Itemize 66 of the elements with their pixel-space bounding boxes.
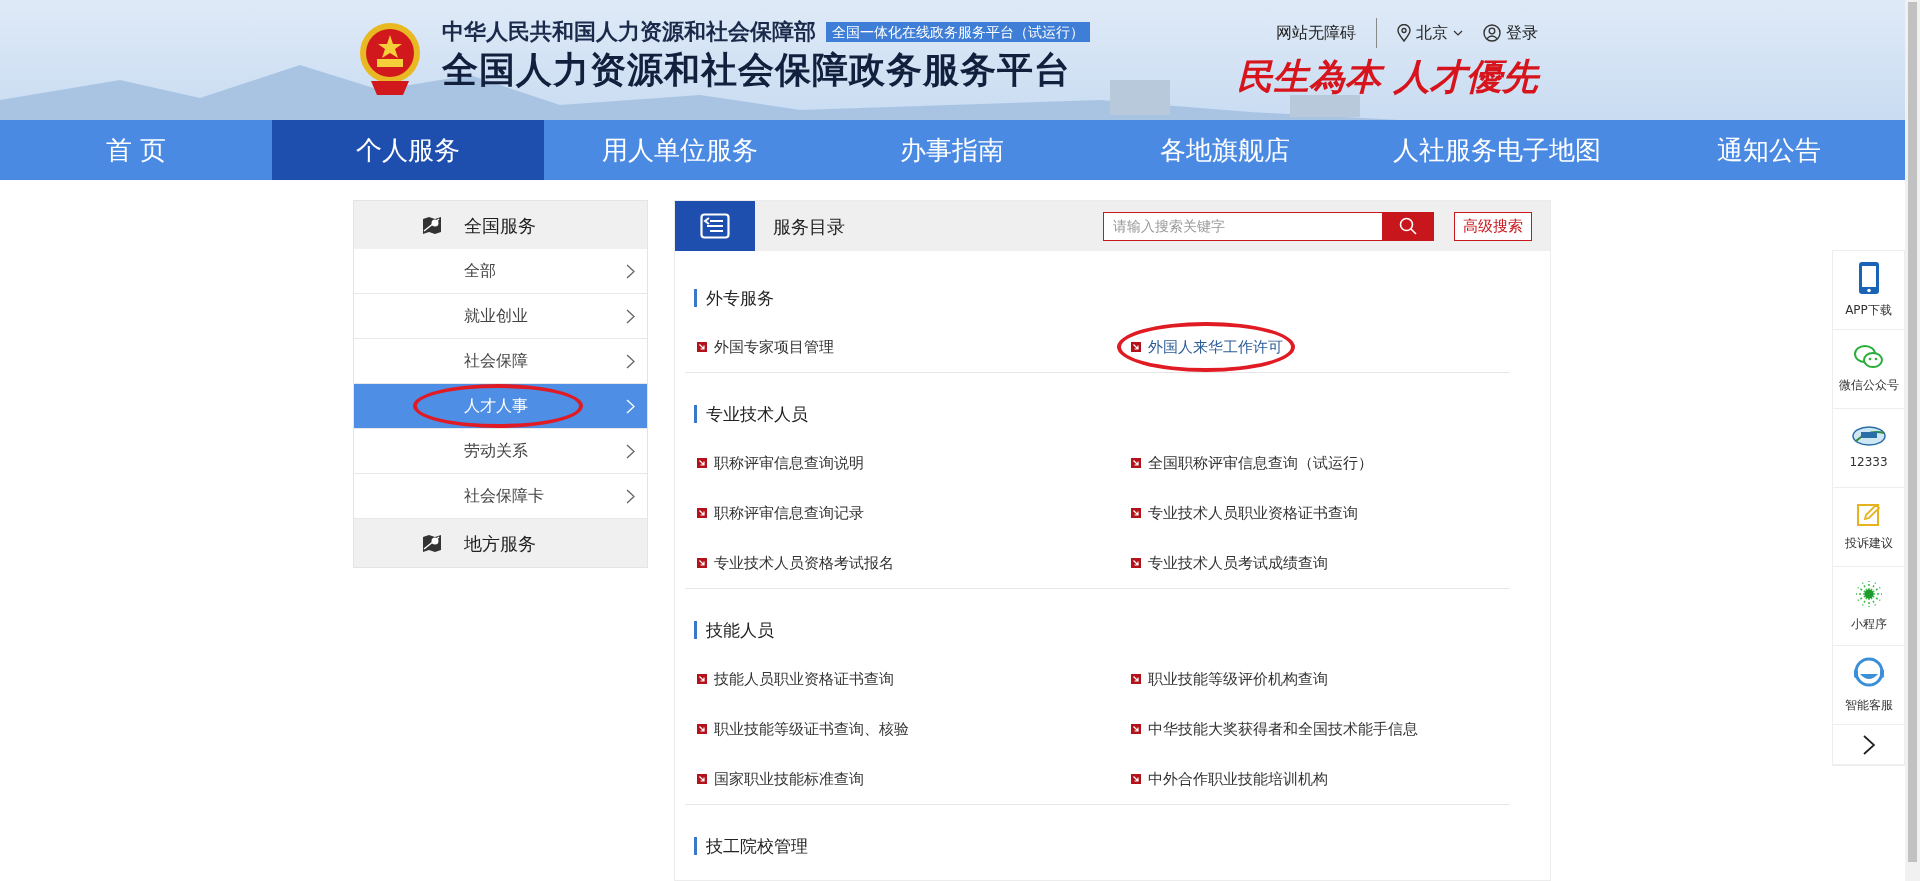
service-link[interactable]: 国家职业技能标准查询 xyxy=(697,767,864,791)
platform-title: 全国人力资源和社会保障政务服务平台 xyxy=(442,48,1072,92)
arrow-bullet-icon xyxy=(697,674,707,684)
section-title: 专业技术人员 xyxy=(694,405,808,423)
chevron-right-icon xyxy=(626,488,635,504)
scrollbar-thumb[interactable] xyxy=(1908,2,1917,862)
chevron-right-icon xyxy=(626,263,635,279)
catalog-title: 服务目录 xyxy=(773,214,845,239)
section-title: 外专服务 xyxy=(694,289,774,307)
service-link[interactable]: 全国职称评审信息查询（试运行） xyxy=(1131,451,1373,475)
search-button[interactable] xyxy=(1382,212,1433,240)
arrow-bullet-icon xyxy=(1131,508,1141,518)
service-link[interactable]: 职业技能等级评价机构查询 xyxy=(1131,667,1328,691)
map-pin-icon xyxy=(422,533,442,553)
burst-icon xyxy=(1853,579,1884,609)
search-field[interactable]: 请输入搜索关键字 xyxy=(1103,211,1434,241)
chevron-right-icon xyxy=(1862,734,1875,755)
arrow-bullet-icon xyxy=(697,774,707,784)
section-title: 技工院校管理 xyxy=(694,837,808,855)
sidebar-group-header[interactable]: 地方服务 xyxy=(354,519,647,567)
service-link[interactable]: 专业技术人员资格考试报名 xyxy=(697,551,894,575)
chevron-right-icon xyxy=(626,308,635,324)
chevron-right-icon xyxy=(626,443,635,459)
service-link[interactable]: 专业技术人员考试成绩查询 xyxy=(1131,551,1328,575)
map-pin-icon xyxy=(422,215,442,235)
arrow-bullet-icon xyxy=(697,342,707,352)
service-link[interactable]: 外国人来华工作许可 xyxy=(1131,335,1283,359)
service-link[interactable]: 职称评审信息查询说明 xyxy=(697,451,864,475)
chevron-right-icon xyxy=(626,353,635,369)
arrow-bullet-icon xyxy=(697,724,707,734)
arrow-bullet-icon xyxy=(1131,774,1141,784)
service-link[interactable]: 中华技能大奖获得者和全国技术能手信息 xyxy=(1131,717,1418,741)
service-link[interactable]: 职称评审信息查询记录 xyxy=(697,501,864,525)
service-link[interactable]: 职业技能等级证书查询、核验 xyxy=(697,717,909,741)
user-icon xyxy=(1483,24,1501,42)
list-document-icon xyxy=(700,213,730,239)
service-link[interactable]: 专业技术人员职业资格证书查询 xyxy=(1131,501,1358,525)
arrow-bullet-icon xyxy=(1131,674,1141,684)
chat-bubbles-icon xyxy=(1853,344,1884,370)
accessibility-link[interactable]: 网站无障碍 xyxy=(1276,18,1377,48)
arrow-bullet-icon xyxy=(697,558,707,568)
edit-icon xyxy=(1855,502,1882,528)
service-link[interactable]: 外国专家项目管理 xyxy=(697,335,834,359)
platform-badge: 全国一体化在线政务服务平台（试运行） xyxy=(826,22,1090,42)
arrow-bullet-icon xyxy=(1131,458,1141,468)
caret-down-icon xyxy=(1453,30,1463,36)
arrow-bullet-icon xyxy=(1131,342,1141,352)
advanced-search-button[interactable]: 高级搜索 xyxy=(1454,211,1532,241)
arrow-bullet-icon xyxy=(697,458,707,468)
section-title: 技能人员 xyxy=(694,621,774,639)
ministry-name: 中华人民共和国人力资源和社会保障部 xyxy=(442,18,816,46)
hotline-logo-icon xyxy=(1851,425,1886,447)
arrow-bullet-icon xyxy=(697,508,707,518)
arrow-bullet-icon xyxy=(1131,724,1141,734)
chevron-right-icon xyxy=(626,398,635,414)
nav-tab[interactable]: 个人服务 xyxy=(272,120,545,180)
search-input[interactable]: 请输入搜索关键字 xyxy=(1104,212,1382,240)
login-link[interactable]: 登录 xyxy=(1463,21,1538,45)
phone-icon xyxy=(1857,261,1880,295)
service-link[interactable]: 中外合作职业技能培训机构 xyxy=(1131,767,1328,791)
search-icon xyxy=(1398,217,1417,235)
location-pin-icon xyxy=(1397,24,1411,42)
location-selector[interactable]: 北京 xyxy=(1377,21,1463,45)
service-link[interactable]: 技能人员职业资格证书查询 xyxy=(697,667,894,691)
arrow-bullet-icon xyxy=(1131,558,1141,568)
sidebar-group-header[interactable]: 全国服务 xyxy=(354,201,647,249)
